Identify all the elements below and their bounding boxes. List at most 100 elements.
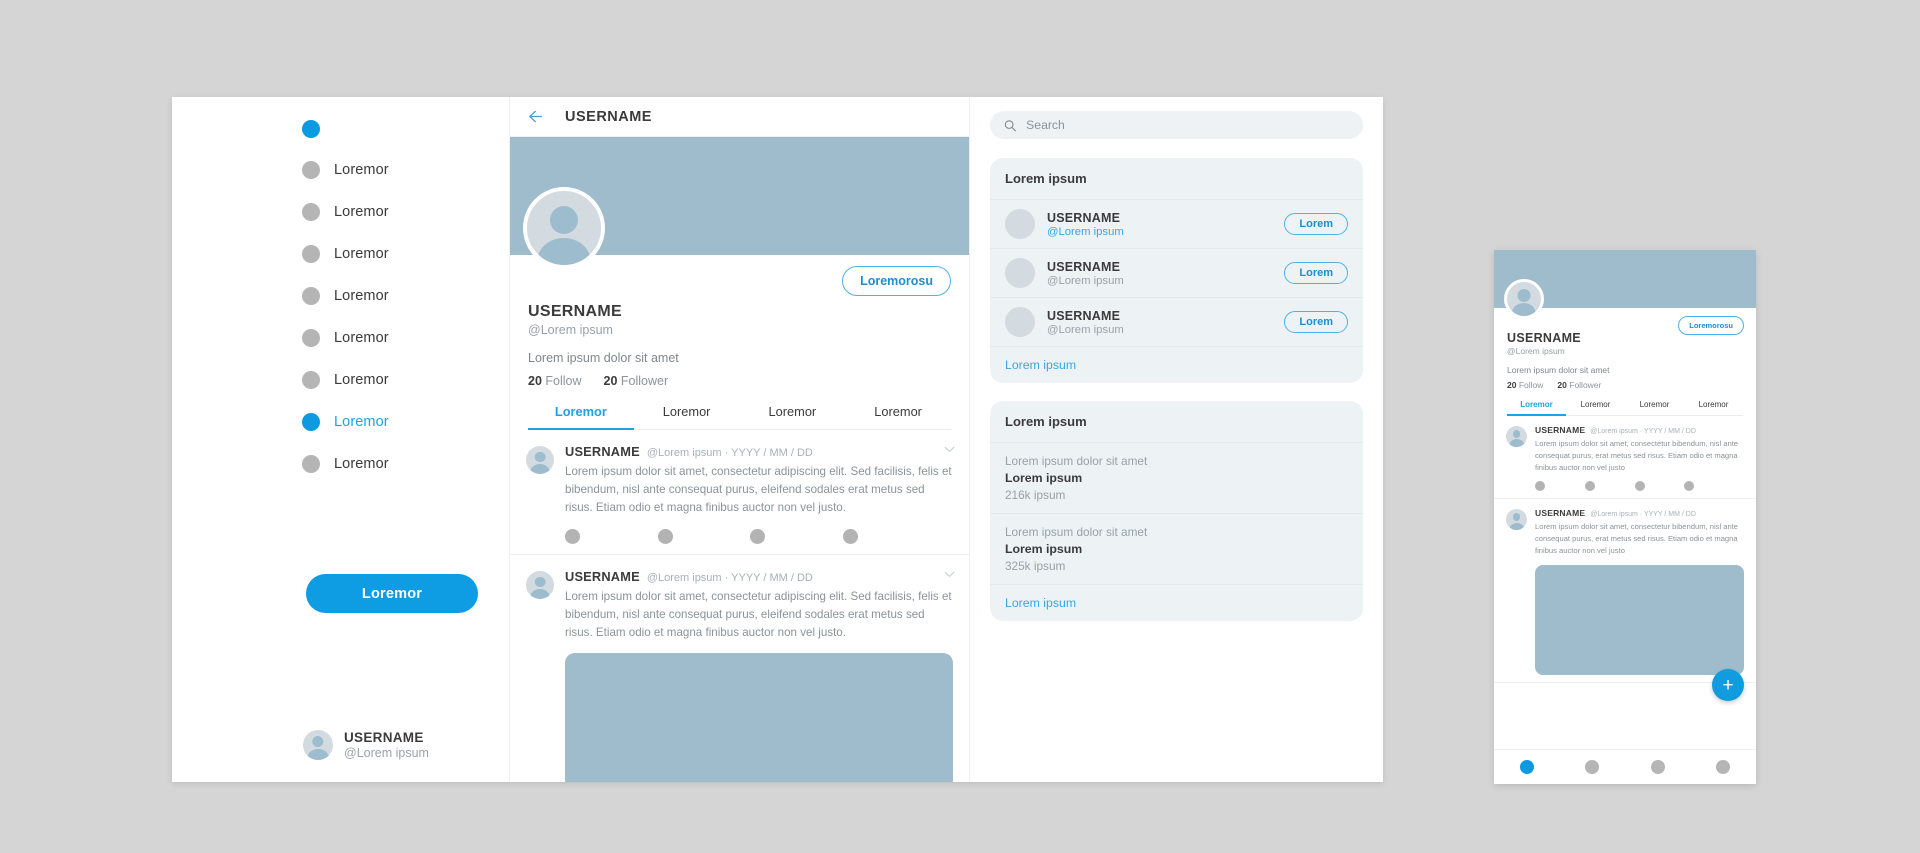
mobile-stat-follow[interactable]: 20 Follow: [1507, 380, 1543, 390]
stat-follower[interactable]: 20 Follower: [604, 374, 669, 388]
show-more-link[interactable]: Lorem ipsum: [990, 347, 1363, 383]
nav-dot-icon: [302, 370, 320, 389]
tab-3[interactable]: Loremor: [845, 404, 951, 429]
mobile-post-meta: USERNAME @Lorem ipsum · YYYY / MM / DD: [1535, 425, 1744, 435]
compose-button[interactable]: Loremor: [306, 574, 478, 613]
post-row: USERNAME @Lorem ipsum · YYYY / MM / DD L…: [526, 569, 953, 782]
reply-icon[interactable]: [565, 528, 658, 544]
trend-category: Lorem ipsum dolor sit amet: [1005, 525, 1148, 539]
mobile-tab-3[interactable]: Loremor: [1684, 400, 1743, 415]
sidebar-item-6[interactable]: Loremor: [302, 359, 509, 400]
mobile-edit-profile-button[interactable]: Loremorosu: [1678, 316, 1744, 335]
sidebar-nav: Loremor Loremor Loremor Loremor Loremor: [172, 110, 509, 484]
mobile-post-main: USERNAME @Lorem ipsum · YYYY / MM / DD L…: [1535, 508, 1744, 675]
sidebar-item-1[interactable]: Loremor: [302, 149, 509, 190]
follow-button[interactable]: Lorem: [1284, 262, 1348, 284]
trend-category: Lorem ipsum dolor sit amet: [1005, 454, 1148, 468]
show-more-link[interactable]: Lorem ipsum: [990, 585, 1363, 621]
nav-dot-icon: [302, 286, 320, 305]
nav-dot-icon: [302, 454, 320, 473]
sidebar-item-3[interactable]: Loremor: [302, 233, 509, 274]
tab-2[interactable]: Loremor: [740, 404, 846, 429]
tab-0[interactable]: Loremor: [528, 404, 634, 430]
sidebar-account[interactable]: USERNAME @Lorem ipsum: [303, 730, 429, 760]
follow-button[interactable]: Lorem: [1284, 311, 1348, 333]
post-image[interactable]: [565, 652, 953, 782]
follow-suggestion[interactable]: USERNAME @Lorem ipsum Lorem: [990, 249, 1363, 298]
avatar: [526, 446, 554, 474]
profile-avatar[interactable]: [523, 187, 605, 269]
post-text: Lorem ipsum dolor sit amet, consectetur …: [565, 465, 952, 514]
sidebar-item-4[interactable]: Loremor: [302, 275, 509, 316]
chevron-down-icon[interactable]: [944, 446, 955, 453]
tab-1[interactable]: Loremor: [634, 404, 740, 429]
like-icon[interactable]: [750, 528, 843, 544]
nav-dot-icon: [1650, 760, 1665, 774]
mobile-profile-bio: Lorem ipsum dolor sit amet: [1507, 365, 1610, 375]
search-input[interactable]: [1026, 118, 1349, 132]
mobile-post-image[interactable]: [1535, 564, 1744, 675]
trend-item[interactable]: Lorem ipsum dolor sit amet Lorem ipsum 2…: [990, 443, 1363, 514]
follow-button[interactable]: Lorem: [1284, 213, 1348, 235]
mobile-tab-0[interactable]: Loremor: [1507, 400, 1566, 416]
sidebar-item-label: Loremor: [334, 329, 389, 346]
post-username: USERNAME: [565, 444, 640, 459]
sidebar-item-7-active[interactable]: Loremor: [302, 401, 509, 442]
post-item: USERNAME @Lorem ipsum · YYYY / MM / DD L…: [510, 555, 969, 782]
repost-icon[interactable]: [1584, 481, 1635, 492]
share-icon[interactable]: [1684, 481, 1734, 492]
like-icon[interactable]: [1634, 481, 1685, 492]
mobile-profile-info: Loremorosu USERNAME @Lorem ipsum Lorem i…: [1494, 279, 1756, 416]
follow-suggestion[interactable]: USERNAME @Lorem ipsum Lorem: [990, 298, 1363, 347]
trend-item[interactable]: Lorem ipsum dolor sit amet Lorem ipsum 3…: [990, 514, 1363, 585]
trend-count: 216k ipsum: [1005, 488, 1066, 502]
suggestion-text: USERNAME @Lorem ipsum: [1047, 211, 1272, 238]
mobile-post-username: USERNAME: [1535, 425, 1586, 435]
profile-column: USERNAME Loremorosu USERNAME @Lorem ipsu…: [510, 97, 970, 782]
stat-count: 20: [528, 374, 542, 388]
sidebar-item-5[interactable]: Loremor: [302, 317, 509, 358]
sidebar-item-home[interactable]: [302, 110, 509, 148]
avatar: [1005, 307, 1035, 337]
post-timestamp: @Lorem ipsum · YYYY / MM / DD: [646, 571, 813, 584]
compose-fab-button[interactable]: +: [1712, 669, 1744, 701]
stat-follow[interactable]: 20 Follow: [528, 374, 582, 388]
repost-icon[interactable]: [657, 528, 751, 544]
mobile-profile-avatar[interactable]: [1504, 279, 1544, 319]
mobile-tab-1[interactable]: Loremor: [1566, 400, 1625, 415]
mobile-nav-item-1[interactable]: [1560, 760, 1626, 774]
reply-icon[interactable]: [1535, 481, 1585, 492]
mobile-tab-2[interactable]: Loremor: [1625, 400, 1684, 415]
sidebar-item-2[interactable]: Loremor: [302, 191, 509, 232]
mobile-post-main: USERNAME @Lorem ipsum · YYYY / MM / DD L…: [1535, 425, 1744, 492]
right-rail: Lorem ipsum USERNAME @Lorem ipsum Lorem …: [970, 97, 1383, 782]
profile-info: Loremorosu USERNAME @Lorem ipsum Lorem i…: [510, 187, 969, 430]
share-icon[interactable]: [842, 528, 936, 544]
trend-name: Lorem ipsum: [1005, 471, 1083, 485]
edit-profile-button[interactable]: Loremorosu: [842, 266, 951, 296]
mobile-post-username: USERNAME: [1535, 508, 1586, 519]
mobile-mockup: Loremorosu USERNAME @Lorem ipsum Lorem i…: [1494, 250, 1756, 784]
trends-card: Lorem ipsum Lorem ipsum dolor sit amet L…: [990, 401, 1363, 621]
post-feed: USERNAME @Lorem ipsum · YYYY / MM / DD L…: [510, 430, 969, 782]
post-actions: [565, 528, 953, 544]
search-bar[interactable]: [990, 111, 1363, 139]
follow-suggestion[interactable]: USERNAME @Lorem ipsum Lorem: [990, 200, 1363, 249]
mobile-tabs: Loremor Loremor Loremor Loremor: [1507, 400, 1743, 416]
nav-dot-icon: [1585, 760, 1600, 774]
post-text: Lorem ipsum dolor sit amet, consectetur …: [565, 589, 952, 639]
suggestion-handle: @Lorem ipsum: [1047, 225, 1124, 238]
avatar: [1005, 258, 1035, 288]
post-main: USERNAME @Lorem ipsum · YYYY / MM / DD L…: [565, 444, 953, 544]
mobile-post-timestamp: @Lorem ipsum · YYYY / MM / DD: [1590, 511, 1696, 519]
mobile-nav-item-2[interactable]: [1625, 760, 1691, 774]
sidebar-item-8[interactable]: Loremor: [302, 443, 509, 484]
nav-dot-icon: [302, 412, 320, 431]
chevron-down-icon[interactable]: [944, 571, 955, 578]
mobile-stat-follower[interactable]: 20 Follower: [1557, 380, 1601, 390]
mobile-post-item: USERNAME @Lorem ipsum · YYYY / MM / DD L…: [1494, 499, 1756, 683]
mobile-nav-item-0[interactable]: [1494, 760, 1560, 774]
arrow-left-icon[interactable]: [526, 108, 543, 125]
suggestion-text: USERNAME @Lorem ipsum: [1047, 260, 1272, 287]
mobile-nav-item-3[interactable]: [1691, 760, 1757, 774]
